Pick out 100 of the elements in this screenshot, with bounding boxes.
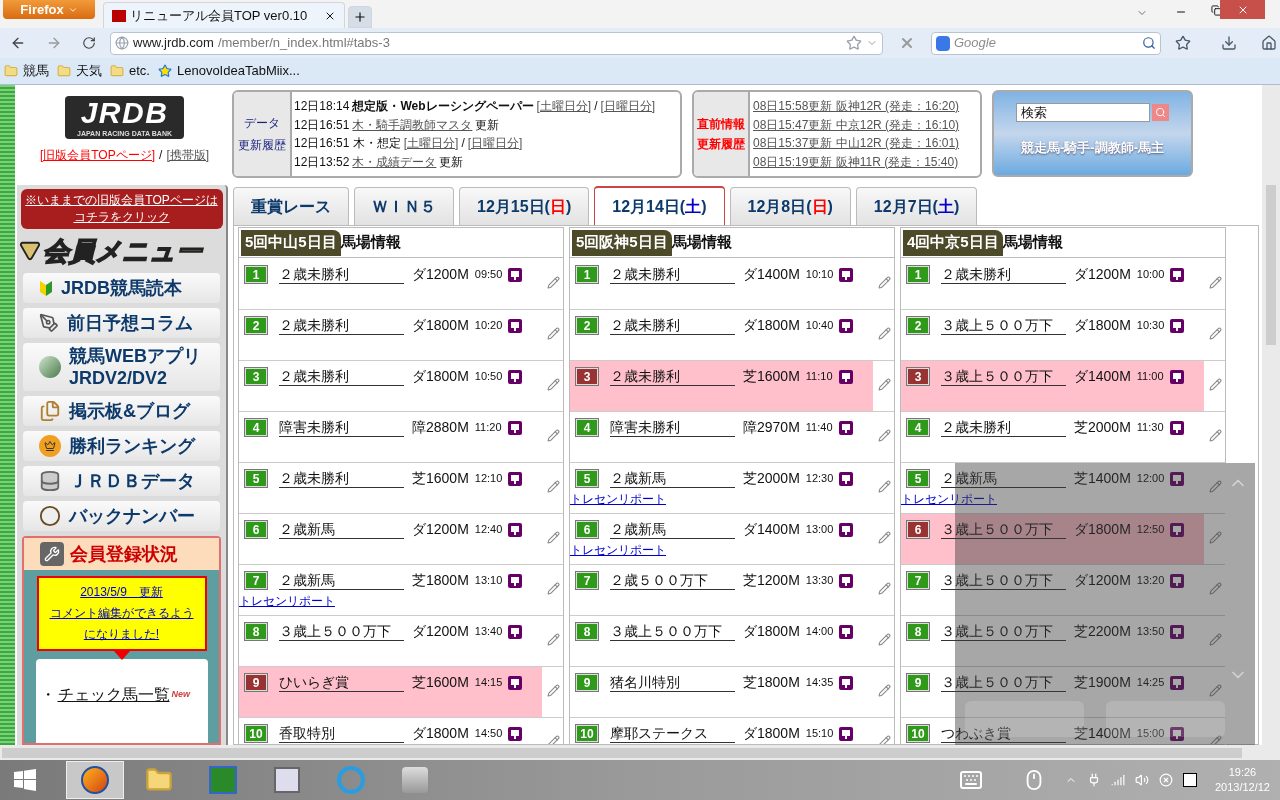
restore-icon[interactable] (1211, 5, 1222, 16)
browser-tab[interactable]: リニューアル会員TOP ver0.10 (103, 2, 345, 28)
tv-icon[interactable] (508, 675, 523, 690)
start-icon[interactable] (14, 769, 36, 791)
race-name-link[interactable]: 障害未勝利 (610, 418, 735, 437)
tv-icon[interactable] (839, 726, 854, 741)
old-top-notice[interactable]: ※いままでの旧版会員TOPページはコチラをクリック (20, 189, 223, 229)
race-name-link[interactable]: ２歳未勝利 (610, 316, 735, 335)
tv-icon[interactable] (1170, 471, 1185, 486)
signal-icon[interactable] (1110, 773, 1125, 787)
home-icon[interactable] (1261, 35, 1277, 51)
volume-icon[interactable] (1134, 773, 1149, 787)
pencil-icon[interactable] (547, 429, 560, 442)
date-tab[interactable]: 12月8日(日) (729, 187, 851, 225)
tv-icon[interactable] (838, 420, 853, 435)
horizontal-scrollbar[interactable] (0, 745, 1280, 760)
pencil-icon[interactable] (1209, 429, 1222, 442)
training-report-link[interactable]: トレセンリポート (901, 493, 997, 505)
race-name-link[interactable]: ２歳未勝利 (279, 265, 404, 284)
pencil-icon[interactable] (1209, 633, 1222, 646)
race-row[interactable]: 9 ひいらぎ賞 芝1600M 14:15 (239, 667, 542, 717)
race-name-link[interactable]: ２歳新馬 (279, 520, 404, 539)
stop-icon[interactable] (899, 35, 915, 51)
pencil-icon[interactable] (547, 378, 560, 391)
pencil-icon[interactable] (1209, 531, 1222, 544)
race-name-link[interactable]: ２歳新馬 (279, 571, 404, 590)
race-name-link[interactable]: ２歳５００万下 (610, 571, 735, 590)
race-row[interactable]: 6 ３歳上５００万下 ダ1800M 12:50 (901, 514, 1204, 564)
reload-icon[interactable] (82, 36, 96, 50)
pencil-icon[interactable] (878, 582, 891, 595)
search-input[interactable]: Google (954, 33, 1138, 53)
tv-icon[interactable] (508, 726, 523, 741)
race-name-link[interactable]: ２歳未勝利 (279, 469, 404, 488)
tv-icon[interactable] (839, 624, 854, 639)
menu-item[interactable]: バックナンバー (23, 501, 220, 531)
update-link[interactable]: 木・騎手調教師マスタ (352, 115, 473, 134)
tv-icon[interactable] (839, 522, 854, 537)
tv-icon[interactable] (839, 471, 854, 486)
race-name-link[interactable]: ３歳上５００万下 (941, 520, 1066, 539)
menu-item[interactable]: 掲示板&ブログ (23, 396, 220, 426)
race-update-link[interactable]: 08日15:19更新 阪神11R (発走：15:40) (753, 152, 960, 171)
pencil-icon[interactable] (878, 327, 891, 340)
pencil-icon[interactable] (878, 276, 891, 289)
notice-link[interactable]: になりました! (83, 624, 160, 645)
tv-icon[interactable] (1170, 726, 1185, 741)
tv-icon[interactable] (1169, 369, 1184, 384)
race-name-link[interactable]: ３歳上５００万下 (941, 673, 1066, 692)
tv-icon[interactable] (1170, 624, 1185, 639)
bookmark-item[interactable]: 天気 (57, 61, 102, 81)
search-icon[interactable] (1142, 36, 1156, 50)
pencil-icon[interactable] (1209, 684, 1222, 697)
tv-icon[interactable] (838, 369, 853, 384)
menu-item[interactable]: JRDB競馬読本 (23, 273, 220, 303)
keyboard-icon[interactable] (958, 768, 983, 792)
race-name-link[interactable]: 障害未勝利 (279, 418, 404, 437)
tv-icon[interactable] (839, 675, 854, 690)
tv-icon[interactable] (1169, 420, 1184, 435)
tv-icon[interactable] (839, 267, 854, 282)
pencil-icon[interactable] (878, 378, 891, 391)
bookmark-item[interactable]: LenovoIdeaTabMiix... (157, 61, 300, 81)
mobile-version-link[interactable]: [携帯版] (166, 146, 210, 164)
tv-icon[interactable] (508, 624, 523, 639)
race-name-link[interactable]: ３歳上５００万下 (941, 316, 1066, 335)
update-link[interactable]: [土曜日分] (536, 97, 592, 116)
pencil-icon[interactable] (1209, 582, 1222, 595)
vertical-scrollbar[interactable] (1262, 85, 1280, 745)
race-name-link[interactable]: 猪名川特別 (610, 673, 735, 692)
race-name-link[interactable]: ２歳新馬 (610, 469, 735, 488)
race-name-link[interactable]: ３歳上５００万下 (941, 367, 1066, 386)
pencil-icon[interactable] (878, 480, 891, 493)
update-link[interactable]: 木・成績データ (352, 152, 437, 171)
ime-icon[interactable] (1182, 773, 1197, 787)
tv-icon[interactable] (508, 318, 523, 333)
pencil-icon[interactable] (547, 531, 560, 544)
race-name-link[interactable]: ひいらぎ賞 (279, 673, 404, 692)
bookmarks-menu-icon[interactable] (1175, 35, 1191, 51)
menu-item[interactable]: ＪＲＤＢデータ (23, 466, 220, 496)
pencil-icon[interactable] (1209, 327, 1222, 340)
race-name-link[interactable]: ３歳上５００万下 (610, 622, 735, 641)
pencil-icon[interactable] (547, 276, 560, 289)
date-tab[interactable]: 重賞レース (233, 187, 349, 225)
download-icon[interactable] (1221, 35, 1237, 51)
notice-link[interactable]: 2013/5/9 更新 (80, 582, 163, 603)
date-tab[interactable]: 12月7日(土) (855, 187, 978, 225)
date-tab[interactable]: 12月14日(土) (594, 186, 725, 225)
old-top-link[interactable]: [旧版会員TOPページ] (39, 146, 156, 164)
pencil-icon[interactable] (1209, 276, 1222, 289)
race-name-link[interactable]: ２歳新馬 (941, 469, 1066, 488)
date-tab[interactable]: 12月15日(日) (459, 187, 590, 225)
pencil-icon[interactable] (878, 531, 891, 544)
race-name-link[interactable]: ３歳上５００万下 (279, 622, 404, 641)
race-row[interactable]: 3 ３歳上５００万下 ダ1400M 11:00 (901, 361, 1204, 411)
race-name-link[interactable]: ２歳未勝利 (610, 265, 735, 284)
menu-item[interactable]: 勝利ランキング (23, 431, 220, 461)
bookmark-item[interactable]: etc. (110, 61, 150, 81)
race-name-link[interactable]: ２歳未勝利 (279, 316, 404, 335)
tv-icon[interactable] (508, 573, 523, 588)
pencil-icon[interactable] (878, 429, 891, 442)
training-report-link[interactable]: トレセンリポート (570, 544, 666, 556)
pencil-icon[interactable] (547, 633, 560, 646)
